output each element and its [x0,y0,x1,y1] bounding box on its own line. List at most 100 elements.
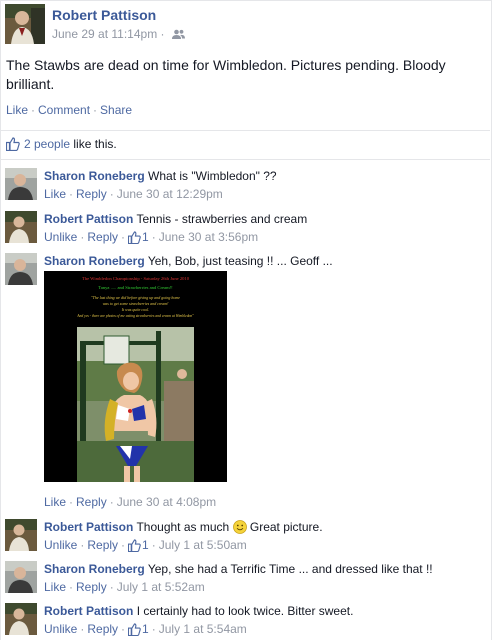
comment-reply-link[interactable]: Reply [87,622,118,636]
thumbs-up-icon [127,231,141,245]
comment-author[interactable]: Sharon Roneberg [44,169,145,183]
comment-body: Robert Pattison I certainly had to look … [44,603,484,619]
comment-like-count[interactable]: 1 [127,622,149,637]
comment: Robert Pattison I certainly had to look … [5,603,485,637]
likes-row: 2 people like this. [5,137,117,152]
separator: · [151,538,156,552]
separator: · [93,103,98,117]
comment-reply-link[interactable]: Reply [87,538,118,552]
post-comment-link[interactable]: Comment [38,103,90,117]
comment-reply-link[interactable]: Reply [87,230,118,244]
comment-text: Yep, she had a Terrific Time ... and dre… [147,562,433,576]
comment-body: Sharon Roneberg What is "Wimbledon" ?? [44,168,484,184]
comment-body: Sharon Roneberg Yeh, Bob, just teasing !… [44,253,484,269]
post-timestamp[interactable]: June 29 at 11:14pm · [52,27,185,41]
separator: · [121,230,126,244]
separator: · [69,580,74,594]
comment-unlike-link[interactable]: Unlike [44,538,77,552]
comment: Sharon Roneberg What is "Wimbledon" ?? L… [5,168,485,202]
comment-author[interactable]: Sharon Roneberg [44,562,145,576]
comment-time[interactable]: June 30 at 12:29pm [117,187,223,201]
comment-actions: Unlike · Reply · 1 · July 1 at 5:54am [44,622,247,637]
post-actions: Like · Comment · Share [6,103,132,117]
author-avatar[interactable] [5,4,45,44]
photo-caption: was to get some strawberries and cream! [103,301,170,306]
like-count-value[interactable]: 1 [142,538,149,552]
comment-like-link[interactable]: Like [44,580,66,594]
comment-reply-link[interactable]: Reply [76,187,107,201]
comment-like-count[interactable]: 1 [127,230,149,245]
separator: · [69,495,74,509]
likes-summary: 2 people like this. [0,130,490,160]
photo-caption: And yes - there are photos of me eating … [76,314,194,318]
separator: · [109,580,114,594]
comment: Sharon Roneberg Yep, she had a Terrific … [5,561,485,595]
comment-time[interactable]: July 1 at 5:50am [159,538,247,552]
post-share-link[interactable]: Share [100,103,132,117]
photo-banner: The Wimbledon Championship - Saturday 26… [82,276,190,281]
post-author-name[interactable]: Robert Pattison [52,7,156,23]
photo-caption: It was quite cool. [121,307,150,312]
likes-count-link[interactable]: 2 people [24,137,70,151]
separator: · [109,187,114,201]
comment-like-link[interactable]: Like [44,495,66,509]
comment-body: Sharon Roneberg Yep, she had a Terrific … [44,561,484,577]
comment-like-link[interactable]: Like [44,187,66,201]
comment-time[interactable]: June 30 at 3:56pm [159,230,258,244]
smiley-emoji-icon [232,520,247,534]
photo-attachment[interactable]: The Wimbledon Championship - Saturday 26… [44,271,227,482]
post-like-link[interactable]: Like [6,103,28,117]
separator: · [121,622,126,636]
separator: · [80,538,85,552]
comment-actions: Like · Reply · June 30 at 4:08pm [44,495,216,509]
comment-text: Tennis - strawberries and cream [136,212,308,226]
comment-unlike-link[interactable]: Unlike [44,230,77,244]
separator: · [151,622,156,636]
photo-image: The Wimbledon Championship - Saturday 26… [44,271,227,482]
like-count-value[interactable]: 1 [142,622,149,636]
comment: Sharon Roneberg Yeh, Bob, just teasing !… [5,253,485,511]
separator: · [121,538,126,552]
comment-author[interactable]: Robert Pattison [44,604,133,618]
comment-time[interactable]: July 1 at 5:52am [117,580,205,594]
comment: Robert Pattison Thought as much Great pi… [5,519,485,553]
commenter-avatar[interactable] [5,519,37,551]
commenter-avatar[interactable] [5,253,37,285]
commenter-avatar[interactable] [5,603,37,635]
comment-text: I certainly had to look twice. Bitter sw… [136,604,354,618]
separator: · [151,230,156,244]
comment-time[interactable]: July 1 at 5:54am [159,622,247,636]
comment-author[interactable]: Sharon Roneberg [44,254,145,268]
commenter-avatar[interactable] [5,561,37,593]
comment-reply-link[interactable]: Reply [76,580,107,594]
comment-like-count[interactable]: 1 [127,538,149,553]
separator: · [31,103,36,117]
commenter-avatar[interactable] [5,168,37,200]
photo-caption: "The last thing we did before giving up … [91,295,180,300]
thumbs-up-icon [127,539,141,553]
comment-actions: Unlike · Reply · 1 · July 1 at 5:50am [44,538,247,553]
thumbs-up-icon [5,137,20,152]
likes-suffix: like this. [70,137,117,151]
comment-body: Robert Pattison Thought as much Great pi… [44,519,484,535]
comment-body: Robert Pattison Tennis - strawberries an… [44,211,484,227]
comment-unlike-link[interactable]: Unlike [44,622,77,636]
comment-text: Thought as much [136,520,230,534]
like-count-value[interactable]: 1 [142,230,149,244]
photo-title: Tanya ..... and Strawberries and Cream!! [98,285,173,290]
comment-time[interactable]: June 30 at 4:08pm [117,495,216,509]
separator: · [109,495,114,509]
comment-reply-link[interactable]: Reply [76,495,107,509]
commenter-avatar[interactable] [5,211,37,243]
post-timestamp-text[interactable]: June 29 at 11:14pm [52,27,157,41]
comment-author[interactable]: Robert Pattison [44,520,133,534]
thumbs-up-icon [127,623,141,637]
separator: · [69,187,74,201]
post-text: The Stawbs are dead on time for Wimbledo… [6,57,446,92]
comment-author[interactable]: Robert Pattison [44,212,133,226]
comment-actions: Like · Reply · June 30 at 12:29pm [44,187,223,201]
separator: · [160,27,168,41]
comment-text: What is "Wimbledon" ?? [148,169,277,183]
friends-icon[interactable] [171,29,185,40]
separator: · [80,230,85,244]
